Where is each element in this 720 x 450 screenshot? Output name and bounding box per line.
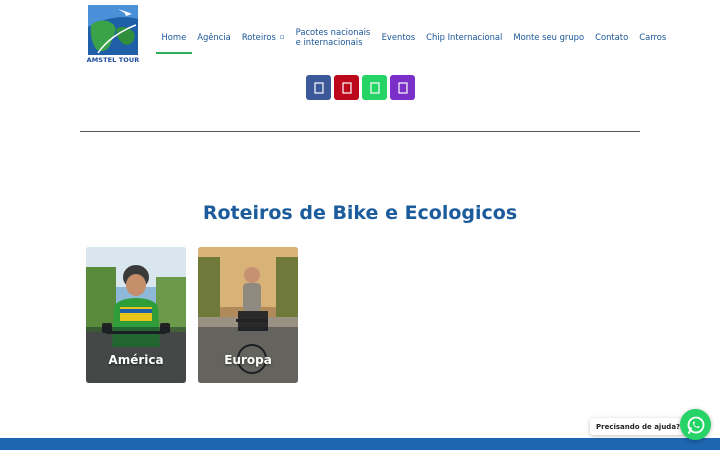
viber-button[interactable] xyxy=(390,75,415,100)
nav-label: Contato xyxy=(595,31,629,42)
nav-item-eventos[interactable]: Eventos xyxy=(376,22,420,52)
card-label: Europa xyxy=(224,353,272,367)
nav-label: Eventos xyxy=(381,31,416,42)
whatsapp-button[interactable] xyxy=(362,75,387,100)
nav-label: Carros xyxy=(639,31,667,42)
nav-label: Agência xyxy=(197,31,231,42)
whatsapp-icon xyxy=(369,81,380,94)
nav-item-roteiros[interactable]: Roteiros ▫ xyxy=(236,22,290,52)
footer-strip xyxy=(0,438,720,450)
nav-label: Home xyxy=(161,31,187,42)
nav-item-home[interactable]: Home xyxy=(156,22,192,54)
nav-label: Chip Internacional xyxy=(426,31,503,42)
whatsapp-icon xyxy=(687,416,704,434)
nav-item-monte-grupo[interactable]: Monte seu grupo xyxy=(508,22,590,52)
pinterest-button[interactable] xyxy=(334,75,359,100)
viber-icon xyxy=(397,81,408,94)
logo-text: AMSTEL TOUR xyxy=(86,56,140,64)
globe-plane-logo xyxy=(88,5,138,55)
site-logo[interactable]: AMSTEL TOUR xyxy=(87,5,139,65)
chevron-down-icon: ▫ xyxy=(279,32,285,41)
nav-item-carros[interactable]: Carros xyxy=(634,22,672,52)
pinterest-icon xyxy=(341,81,352,94)
nav-label: Monte seu grupo xyxy=(513,31,585,42)
card-label: América xyxy=(108,353,164,367)
nav-item-contato[interactable]: Contato xyxy=(590,22,634,52)
nav-label: Roteiros xyxy=(241,31,276,42)
whatsapp-chat-button[interactable] xyxy=(680,409,711,440)
facebook-icon xyxy=(313,81,324,94)
facebook-button[interactable] xyxy=(306,75,331,100)
nav-item-chip[interactable]: Chip Internacional xyxy=(421,22,508,52)
page: AMSTEL TOUR Home Agência Roteiros ▫ Pacot… xyxy=(0,0,720,450)
nav-label: Pacotes nacionais e internacionais xyxy=(295,26,371,47)
help-bubble[interactable]: Precisando de ajuda? xyxy=(590,418,687,435)
divider xyxy=(80,131,640,132)
section-title: Roteiros de Bike e Ecologicos xyxy=(202,202,518,224)
card-america[interactable]: América xyxy=(86,247,186,383)
nav-item-agencia[interactable]: Agência xyxy=(192,22,237,52)
nav-item-pacotes[interactable]: Pacotes nacionais e internacionais xyxy=(290,22,376,52)
social-links xyxy=(306,75,415,100)
card-europa[interactable]: Europa xyxy=(198,247,298,383)
main-nav: Home Agência Roteiros ▫ Pacotes nacionais… xyxy=(156,22,672,54)
